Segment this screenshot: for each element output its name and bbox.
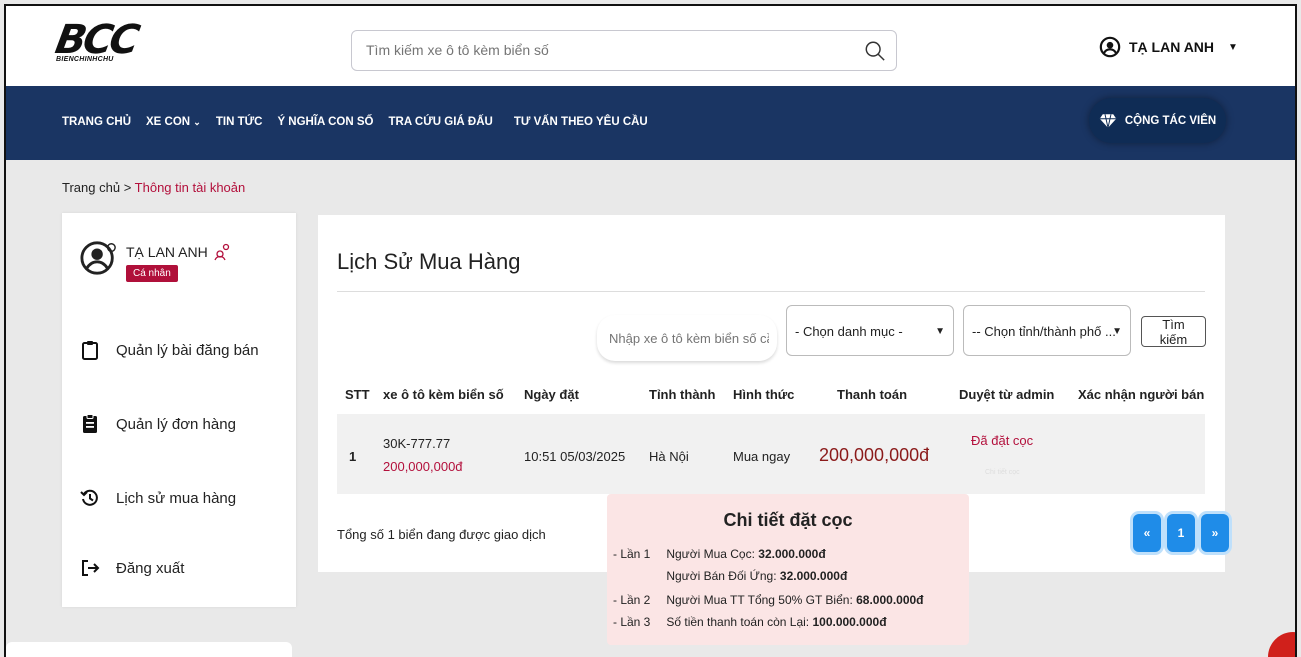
nav-item-news[interactable]: TIN TỨC (216, 116, 263, 128)
category-select[interactable]: - Chọn danh mục - ▼ (786, 305, 954, 356)
column-header: xe ô tô kèm biển số (383, 387, 504, 402)
sidebar-item-label: Đăng xuất (116, 559, 185, 577)
search-input[interactable] (364, 41, 848, 59)
clipboard-list-icon (83, 414, 97, 433)
row-date: 10:51 05/03/2025 (524, 449, 626, 464)
table-row: 1 30K-777.77 200,000,000đ 10:51 05/03/20… (337, 414, 1205, 494)
history-icon (80, 489, 98, 506)
deposit-line-prefix: - Lần 3 (613, 615, 651, 629)
column-header: Thanh toán (837, 387, 908, 402)
sidebar-item-history[interactable]: Lịch sử mua hàng (80, 488, 236, 508)
row-stt: 1 (349, 449, 357, 464)
sidebar-user: TẠ LAN ANH (126, 243, 230, 261)
category-select-value: - Chọn danh mục - (795, 324, 903, 339)
total-count: Tổng số 1 biển đang được giao dịch (337, 527, 546, 542)
column-header: Tỉnh thành (649, 387, 716, 402)
pagination-prev[interactable]: « (1133, 514, 1161, 552)
chevron-down-icon: ⌄ (193, 117, 201, 127)
sidebar-item-posts[interactable]: Quản lý bài đăng bán (80, 340, 259, 360)
deposit-line-prefix: - Lần 2 (613, 593, 651, 607)
user-avatar-icon (80, 241, 116, 275)
column-header: STT (345, 387, 370, 402)
deposit-line-value: 32.000.000đ (758, 547, 826, 561)
sidebar-item-label: Quản lý bài đăng bán (116, 341, 259, 359)
row-province: Hà Nội (649, 449, 689, 464)
sidebar-user-name: TẠ LAN ANH (126, 244, 208, 260)
user-avatar-icon (1099, 36, 1121, 58)
nav-item-home[interactable]: TRANG CHỦ (62, 116, 131, 128)
logo-mark: BCC (51, 17, 141, 63)
row-payment: 200,000,000đ (819, 445, 930, 465)
row-plate-price: 200,000,000đ (383, 459, 463, 474)
nav-item-auction-price[interactable]: TRA CỨU GIÁ ĐẤU (389, 116, 493, 128)
floating-action-button[interactable] (1268, 632, 1295, 657)
row-method: Mua ngay (733, 449, 791, 464)
divider (337, 291, 1205, 292)
partner-button-label: CỘNG TÁC VIÊN (1124, 114, 1217, 127)
account-type-badge: Cá nhân (126, 265, 178, 282)
deposit-line: Người Bán Đối Ứng: 32.000.000đ (613, 569, 847, 583)
deposit-line-label: Người Bán Đối Ứng: (666, 569, 777, 583)
nav-item-cars[interactable]: XE CON ⌄ (146, 116, 201, 128)
top-bar: BCC BIENCHINHCHU TẠ LAN ANH ▼ (6, 6, 1295, 86)
deposit-line-value: 32.000.000đ (779, 569, 848, 583)
caret-down-icon: ▼ (1112, 326, 1122, 337)
deposit-detail-link[interactable]: Chi tiết cọc (985, 469, 1020, 476)
column-header: Duyệt từ admin (959, 387, 1055, 402)
deposit-line-label: Số tiền thanh toán còn Lại: (666, 615, 810, 629)
search-icon[interactable] (864, 40, 886, 62)
deposit-line-label: Người Mua TT Tổng 50% GT Biển: (666, 593, 853, 607)
deposit-detail-popup: Chi tiết đặt cọc - Lần 1 Người Mua Cọc: … (607, 494, 969, 645)
user-menu[interactable]: TẠ LAN ANH ▼ (1099, 36, 1238, 58)
logout-icon (82, 560, 100, 576)
search-button[interactable]: Tìm kiếm (1141, 316, 1206, 347)
row-admin-status: Đã đặt cọc (971, 433, 1034, 448)
deposit-line-label: Người Mua Cọc: (666, 547, 755, 561)
province-select[interactable]: -- Chọn tỉnh/thành phố ... ▼ (963, 305, 1131, 356)
user-settings-icon[interactable] (214, 243, 230, 261)
diamond-icon (1099, 113, 1117, 128)
sidebar-item-orders[interactable]: Quản lý đơn hàng (80, 414, 236, 434)
row-plate[interactable]: 30K-777.77 (383, 436, 450, 451)
column-header: Ngày đặt (524, 387, 579, 402)
pagination-page[interactable]: 1 (1167, 514, 1195, 552)
clipboard-icon (82, 341, 98, 360)
nav-item-consult[interactable]: TƯ VẤN THEO YÊU CẦU (514, 116, 648, 128)
sidebar-item-logout[interactable]: Đăng xuất (80, 558, 184, 578)
deposit-line: - Lần 3 Số tiền thanh toán còn Lại: 100.… (613, 615, 887, 629)
site-logo[interactable]: BCC BIENCHINHCHU (51, 17, 156, 66)
province-select-value: -- Chọn tỉnh/thành phố ... (972, 324, 1116, 339)
partner-button[interactable]: CỘNG TÁC VIÊN (1089, 98, 1226, 143)
deposit-line: - Lần 1 Người Mua Cọc: 32.000.000đ (613, 547, 826, 561)
browser-frame: BCC BIENCHINHCHU TẠ LAN ANH ▼ TRANG CHỦ … (4, 4, 1297, 657)
deposit-line: - Lần 2 Người Mua TT Tổng 50% GT Biển: 6… (613, 593, 924, 607)
column-header: Hình thức (733, 387, 795, 402)
chevron-down-icon: ▼ (1228, 41, 1238, 53)
page-title: Lịch Sử Mua Hàng (337, 249, 521, 274)
sidebar-item-label: Lịch sử mua hàng (116, 489, 237, 507)
account-sidebar: TẠ LAN ANH Cá nhân Quản lý bài đăng bán … (62, 213, 296, 607)
breadcrumb-separator: > (123, 180, 132, 195)
nav-item-number-meaning[interactable]: Ý NGHĨA CON SỐ (277, 116, 373, 128)
plate-search-field (597, 315, 777, 361)
deposit-line-value: 68.000.000đ (856, 593, 924, 607)
pagination-next[interactable]: » (1201, 514, 1229, 552)
breadcrumb-home[interactable]: Trang chủ (62, 180, 120, 195)
plate-search-input[interactable] (607, 330, 771, 347)
column-header: Xác nhận người bán (1078, 387, 1205, 402)
breadcrumb-current[interactable]: Thông tin tài khoản (135, 180, 246, 195)
search-box (351, 30, 897, 71)
caret-down-icon: ▼ (935, 326, 945, 337)
user-name: TẠ LAN ANH (1129, 39, 1215, 55)
table-header: STT xe ô tô kèm biển số Ngày đặt Tỉnh th… (337, 380, 1205, 410)
sidebar-item-label: Quản lý đơn hàng (116, 415, 236, 433)
nav-item-cars-label: XE CON (146, 116, 191, 128)
deposit-line-value: 100.000.000đ (812, 615, 887, 629)
deposit-line-prefix: - Lần 1 (613, 547, 651, 561)
popup-title: Chi tiết đặt cọc (723, 510, 853, 530)
breadcrumb: Trang chủ > Thông tin tài khoản (62, 180, 245, 195)
